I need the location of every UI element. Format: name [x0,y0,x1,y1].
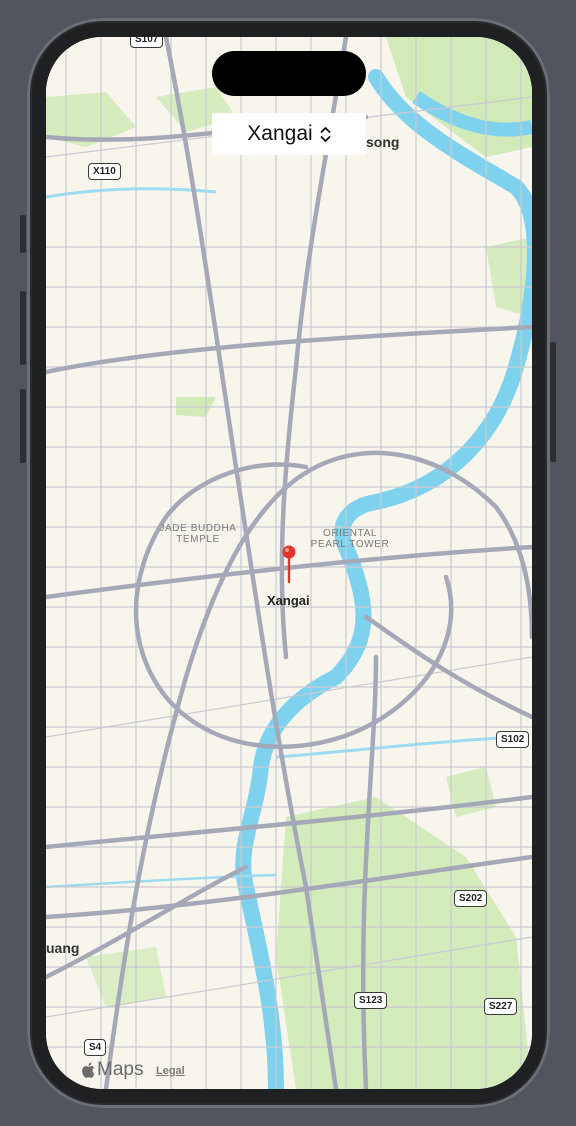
road-shield-s4: S4 [84,1039,107,1056]
road-shield-s227: S227 [484,998,518,1015]
volume-up-button [20,291,26,365]
district-label-partial-top: song [366,134,400,150]
power-button [550,342,556,462]
road-shield-s107: S107 [130,37,164,48]
maps-brand: Maps [82,1059,143,1081]
chevron-up-down-icon [320,126,331,143]
poi-label-jade-buddha-temple[interactable]: JADE BUDDHA TEMPLE [154,523,242,545]
volume-down-button [20,389,26,463]
map-view[interactable]: Xangai song uang S107 X110 S102 S202 S12… [46,37,532,1089]
road-shield-s202: S202 [454,890,488,907]
location-picker-label: Xangai [247,122,313,145]
location-pin-icon[interactable] [282,545,296,585]
legal-link[interactable]: Legal [156,1065,185,1077]
pin-label: Xangai [267,593,310,608]
dynamic-island [212,51,366,96]
apple-logo-icon [82,1062,95,1078]
road-shield-s123: S123 [354,992,388,1009]
road-shield-x110: X110 [88,163,121,180]
location-picker[interactable]: Xangai [212,113,366,155]
district-label-partial-left: uang [46,940,80,956]
maps-brand-label: Maps [97,1059,144,1080]
road-shield-s102: S102 [496,731,530,748]
poi-label-oriental-pearl-tower[interactable]: ORIENTAL PEARL TOWER [304,528,396,550]
silent-switch [20,215,26,253]
